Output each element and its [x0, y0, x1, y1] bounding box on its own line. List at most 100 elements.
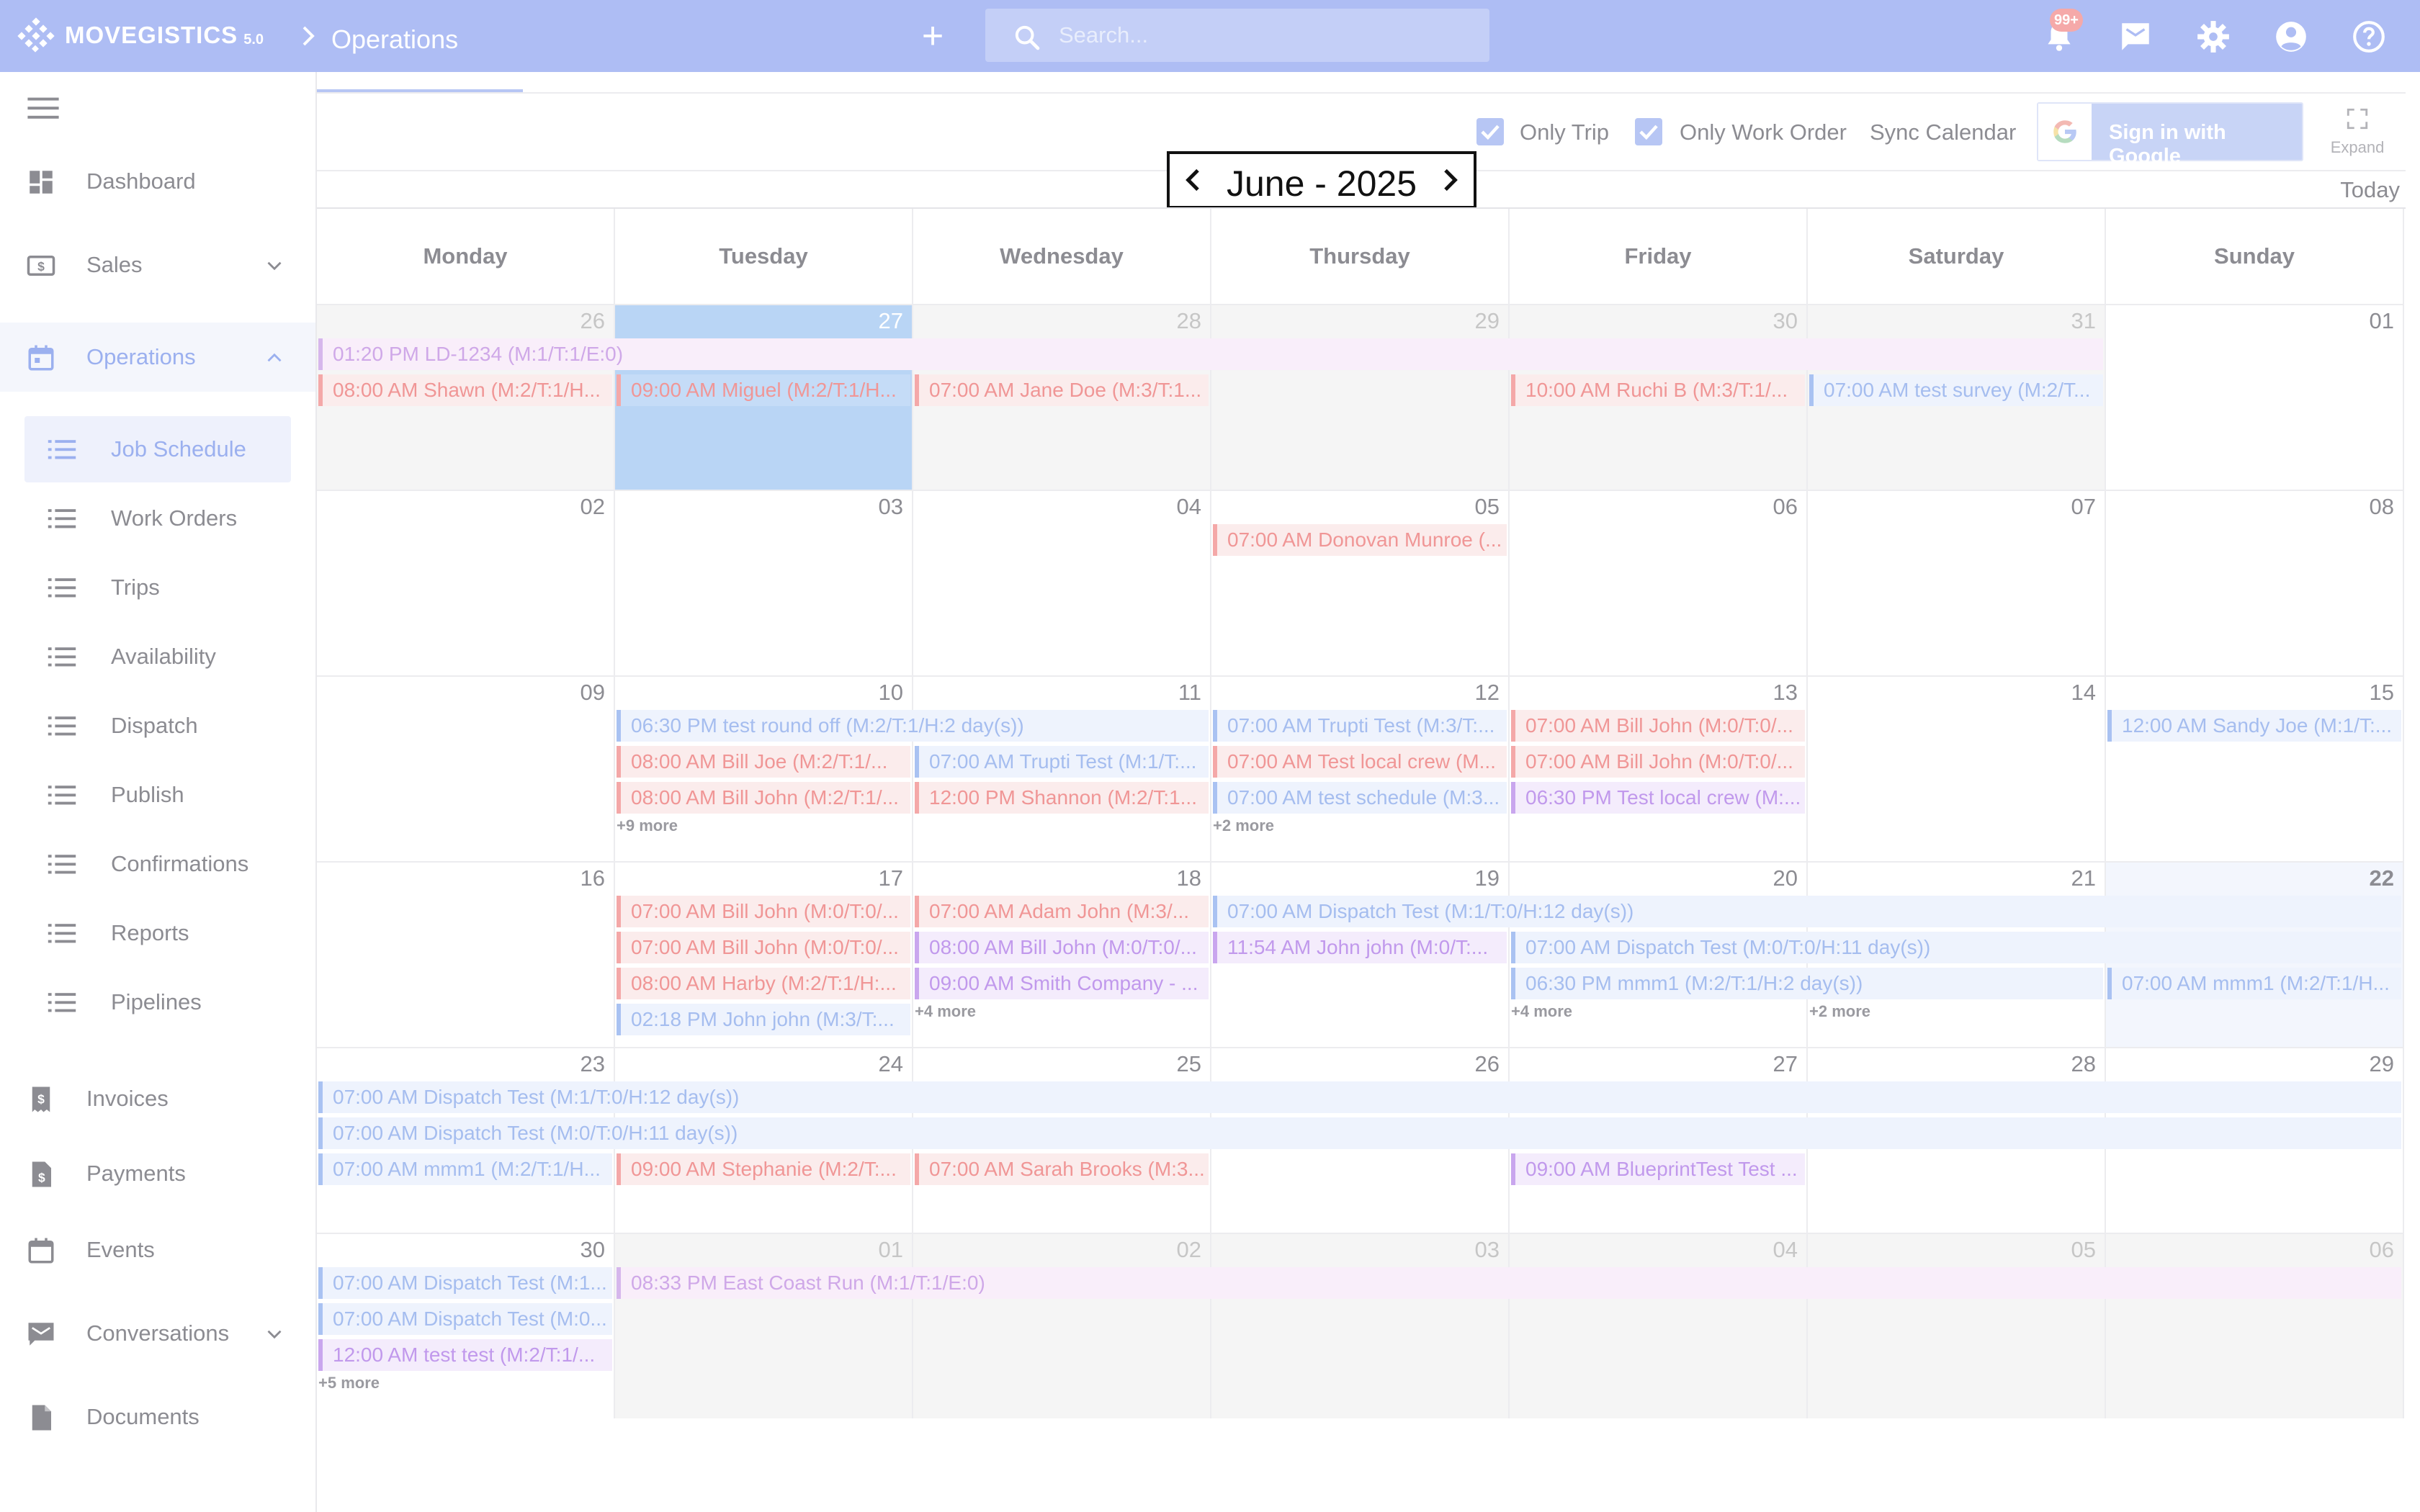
more-events-link[interactable]: +4 more: [915, 1002, 976, 1021]
day-number[interactable]: 15: [2370, 680, 2394, 706]
sidebar-item-documents[interactable]: Documents: [0, 1382, 315, 1452]
more-events-link[interactable]: +4 more: [1511, 1002, 1572, 1021]
sidebar-item-invoices[interactable]: $ Invoices: [0, 1064, 315, 1133]
calendar-day-cell[interactable]: 03: [1211, 1233, 1510, 1418]
calendar-day-cell[interactable]: 06: [2106, 1233, 2404, 1418]
calendar-event[interactable]: 07:00 AM Dispatch Test (M:1/T:0/H:12 day…: [1213, 896, 2401, 927]
day-number[interactable]: 20: [1773, 865, 1798, 891]
day-number[interactable]: 22: [2370, 865, 2394, 891]
calendar-event[interactable]: 12:00 AM test test (M:2/T:1/...: [318, 1339, 612, 1371]
calendar-event[interactable]: 06:30 PM Test local crew (M:...: [1511, 782, 1805, 814]
day-number[interactable]: 26: [1475, 1051, 1500, 1077]
google-signin-button[interactable]: Sign in with Google: [2037, 102, 2303, 168]
day-number[interactable]: 21: [2071, 865, 2096, 891]
calendar-event[interactable]: 07:00 AM Sarah Brooks (M:3...: [915, 1153, 1209, 1185]
calendar-day-cell[interactable]: 01: [2106, 304, 2404, 490]
day-number[interactable]: 06: [1773, 494, 1798, 520]
day-number[interactable]: 27: [1773, 1051, 1798, 1077]
calendar-event[interactable]: 07:00 AM Bill John (M:0/T:0/...: [617, 932, 910, 963]
day-number[interactable]: 10: [879, 680, 903, 706]
calendar-event[interactable]: 07:00 AM Dispatch Test (M:0/T:0/H:11 day…: [1511, 932, 2401, 963]
sidebar-item-operations[interactable]: Operations: [0, 323, 315, 392]
day-number[interactable]: 28: [2071, 1051, 2096, 1077]
day-number[interactable]: 30: [581, 1237, 605, 1263]
calendar-event[interactable]: 11:54 AM John john (M:0/T:...: [1213, 932, 1507, 963]
gear-icon[interactable]: [2195, 19, 2231, 55]
day-number[interactable]: 01: [2370, 308, 2394, 334]
day-number[interactable]: 16: [581, 865, 605, 891]
day-number[interactable]: 14: [2071, 680, 2096, 706]
app-logo[interactable]: MOVEGISTICS 5.0: [17, 17, 264, 53]
calendar-event[interactable]: 07:00 AM Dispatch Test (M:1/T:0/H:12 day…: [318, 1081, 2401, 1113]
day-number[interactable]: 09: [581, 680, 605, 706]
day-number[interactable]: 18: [1177, 865, 1201, 891]
calendar-event[interactable]: 01:20 PM LD-1234 (M:1/T:1/E:0): [318, 338, 2103, 370]
today-button[interactable]: Today: [2319, 177, 2400, 203]
calendar-event[interactable]: 08:33 PM East Coast Run (M:1/T:1/E:0): [617, 1267, 2401, 1299]
calendar-event[interactable]: 07:00 AM Dispatch Test (M:1...: [318, 1267, 612, 1299]
calendar-event[interactable]: 02:18 PM John john (M:3/T:...: [617, 1004, 910, 1035]
only-work-order-checkbox[interactable]: [1635, 118, 1662, 145]
more-events-link[interactable]: +2 more: [1809, 1002, 1870, 1021]
calendar-event[interactable]: 09:00 AM Smith Company - ...: [915, 968, 1209, 999]
calendar-day-cell[interactable]: 04: [913, 490, 1211, 675]
calendar-event[interactable]: 08:00 AM Harby (M:2/T:1/H:...: [617, 968, 910, 999]
day-number[interactable]: 12: [1475, 680, 1500, 706]
calendar-day-cell[interactable]: 07: [1808, 490, 2106, 675]
day-number[interactable]: 17: [879, 865, 903, 891]
day-number[interactable]: 04: [1177, 494, 1201, 520]
more-events-link[interactable]: +5 more: [318, 1374, 380, 1392]
calendar-event[interactable]: 07:00 AM Trupti Test (M:3/T:...: [1213, 710, 1507, 742]
calendar-event[interactable]: 08:00 AM Shawn (M:2/T:1/H...: [318, 374, 612, 406]
calendar-event[interactable]: 07:00 AM test schedule (M:3...: [1213, 782, 1507, 814]
day-number[interactable]: 19: [1475, 865, 1500, 891]
day-number[interactable]: 23: [581, 1051, 605, 1077]
day-number[interactable]: 03: [1475, 1237, 1500, 1263]
calendar-event[interactable]: 07:00 AM test survey (M:2/T...: [1809, 374, 2103, 406]
calendar-event[interactable]: 08:00 AM Bill Joe (M:2/T:1/...: [617, 746, 910, 778]
day-number[interactable]: 31: [2071, 308, 2096, 334]
only-trip-checkbox[interactable]: [1476, 118, 1504, 145]
day-number[interactable]: 01: [879, 1237, 903, 1263]
calendar-day-cell[interactable]: 01: [615, 1233, 913, 1418]
day-number[interactable]: 02: [581, 494, 605, 520]
more-events-link[interactable]: +2 more: [1213, 816, 1274, 835]
calendar-day-cell[interactable]: 02: [913, 1233, 1211, 1418]
sidebar-item-events[interactable]: Events: [0, 1215, 315, 1284]
sidebar-item-work-orders[interactable]: Work Orders: [24, 485, 291, 552]
day-number[interactable]: 06: [2370, 1237, 2394, 1263]
sidebar-item-sales[interactable]: $ Sales: [0, 230, 315, 300]
calendar-event[interactable]: 09:00 AM Stephanie (M:2/T:...: [617, 1153, 910, 1185]
menu-icon[interactable]: [27, 95, 59, 121]
calendar-event[interactable]: 07:00 AM Bill John (M:0/T:0/...: [617, 896, 910, 927]
calendar-event[interactable]: 07:00 AM mmm1 (M:2/T:1/H...: [2107, 968, 2401, 999]
calendar-event[interactable]: 08:00 AM Bill John (M:0/T:0/...: [915, 932, 1209, 963]
day-number[interactable]: 26: [581, 308, 605, 334]
add-button[interactable]: +: [913, 17, 952, 56]
calendar-event[interactable]: 07:00 AM Test local crew (M...: [1213, 746, 1507, 778]
calendar-event[interactable]: 09:00 AM BlueprintTest Test ...: [1511, 1153, 1805, 1185]
calendar-day-cell[interactable]: 02: [317, 490, 615, 675]
calendar-day-cell[interactable]: 09: [317, 675, 615, 861]
day-number[interactable]: 04: [1773, 1237, 1798, 1263]
day-number[interactable]: 02: [1177, 1237, 1201, 1263]
calendar-event[interactable]: 07:00 AM Adam John (M:3/...: [915, 896, 1209, 927]
day-number[interactable]: 11: [1178, 680, 1201, 706]
calendar-day-cell[interactable]: 05: [1211, 490, 1510, 675]
day-number[interactable]: 13: [1773, 680, 1798, 706]
calendar-event[interactable]: 09:00 AM Miguel (M:2/T:1/H...: [617, 374, 910, 406]
day-number[interactable]: 28: [1177, 308, 1201, 334]
calendar-day-cell[interactable]: 08: [2106, 490, 2404, 675]
day-number[interactable]: 29: [2370, 1051, 2394, 1077]
search-box[interactable]: [985, 9, 1489, 62]
calendar-event[interactable]: 06:30 PM mmm1 (M:2/T:1/H:2 day(s)): [1511, 968, 2103, 999]
calendar-event[interactable]: 07:00 AM Dispatch Test (M:0/T:0/H:11 day…: [318, 1117, 2401, 1149]
day-number[interactable]: 27: [879, 308, 903, 334]
day-number[interactable]: 08: [2370, 494, 2394, 520]
calendar-event[interactable]: 07:00 AM Jane Doe (M:3/T:1...: [915, 374, 1209, 406]
more-events-link[interactable]: +9 more: [617, 816, 678, 835]
expand-icon[interactable]: [2345, 107, 2370, 131]
calendar-day-cell[interactable]: 06: [1510, 490, 1808, 675]
calendar-event[interactable]: 06:30 PM test round off (M:2/T:1/H:2 day…: [617, 710, 1209, 742]
sidebar-item-conversations[interactable]: Conversations: [0, 1299, 315, 1368]
